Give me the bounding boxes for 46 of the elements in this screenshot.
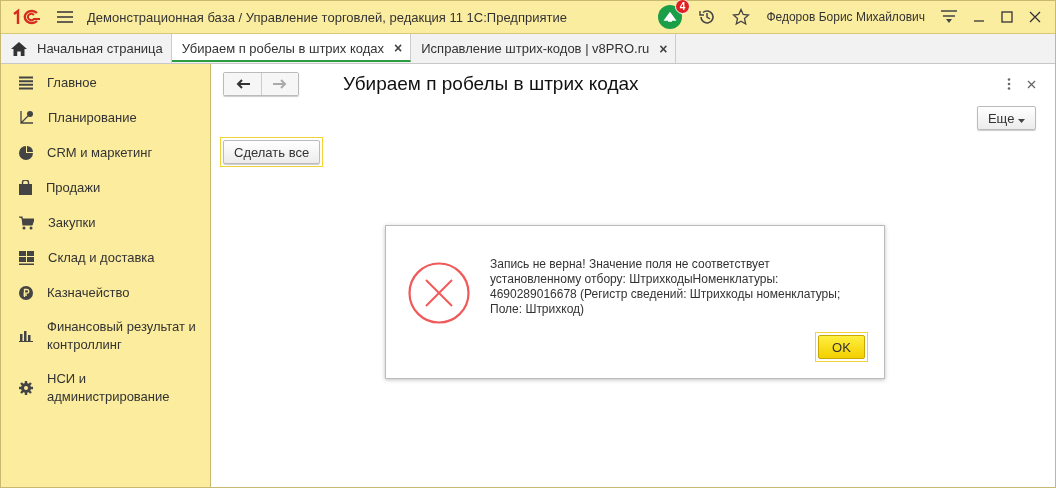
sidebar-item[interactable]: Продажи	[1, 170, 210, 205]
bar-chart-icon	[19, 330, 33, 342]
error-icon	[408, 262, 470, 324]
history-icon[interactable]	[698, 8, 717, 26]
sidebar-item[interactable]: CRM и маркетинг	[1, 135, 210, 170]
more-button[interactable]: Еще	[976, 106, 1036, 130]
form-title: Убираем п робелы в штрих кодах	[343, 73, 639, 95]
tab-close-button[interactable]: ×	[394, 40, 403, 56]
user-name[interactable]: Федоров Борис Михайлович	[766, 10, 925, 24]
close-icon[interactable]	[1027, 79, 1036, 89]
tab-close-button[interactable]: ×	[659, 40, 668, 57]
grid-icon	[19, 250, 34, 265]
gear-icon	[19, 381, 33, 395]
tab[interactable]: Убираем п робелы в штрих кодах ×	[171, 34, 412, 62]
sidebar-item[interactable]: Склад и доставка	[1, 240, 210, 275]
close-icon[interactable]	[1029, 11, 1041, 23]
maximize-icon[interactable]	[1001, 11, 1013, 23]
back-button[interactable]	[224, 73, 261, 95]
pie-chart-icon	[19, 145, 33, 160]
error-message: Запись не верна! Значение поля не соответствует установленному отбору: ШтрихкодыНоменклатуры: 4690289016678 (Регистр сведений: Штрихкоды номенклатуры; Поле: Штрихкод)	[490, 257, 842, 317]
notification-count: 4	[674, 0, 691, 14]
sidebar-item[interactable]: НСИ и администрирование	[1, 362, 210, 414]
caret-icon	[1018, 118, 1025, 123]
more-actions-icon[interactable]	[1007, 78, 1011, 90]
right-arrow-icon	[273, 79, 287, 89]
sidebar-item[interactable]: Казначейство	[1, 275, 210, 310]
star-icon[interactable]	[732, 8, 751, 26]
ok-button[interactable]: OK	[818, 335, 865, 359]
home-icon	[11, 41, 27, 56]
ruble-coin-icon	[19, 285, 33, 300]
chart-axes-icon	[19, 110, 34, 125]
list-icon	[19, 75, 33, 90]
window-title: Демонстрационная база / Управление торговлей, редакция 11 1С:Предприятие	[87, 9, 567, 25]
left-arrow-icon	[235, 79, 250, 89]
tab[interactable]: Начальная страница	[1, 34, 172, 63]
sidebar-item[interactable]: Главное	[1, 65, 210, 100]
sidebar-item[interactable]: Закупки	[1, 205, 210, 240]
settings-menu-icon[interactable]	[941, 10, 957, 24]
do-all-button[interactable]: Сделать все	[223, 140, 321, 164]
cart-icon	[19, 215, 34, 230]
shopping-bag-icon	[19, 180, 32, 195]
sidebar-item[interactable]: Финансовый результат и контроллинг	[1, 310, 210, 362]
menu-icon[interactable]	[57, 11, 73, 23]
logo-icon	[11, 8, 41, 26]
sidebar-item[interactable]: Планирование	[1, 100, 210, 135]
tab[interactable]: Исправление штрих-кодов | v8PRO.ru ×	[411, 34, 677, 63]
